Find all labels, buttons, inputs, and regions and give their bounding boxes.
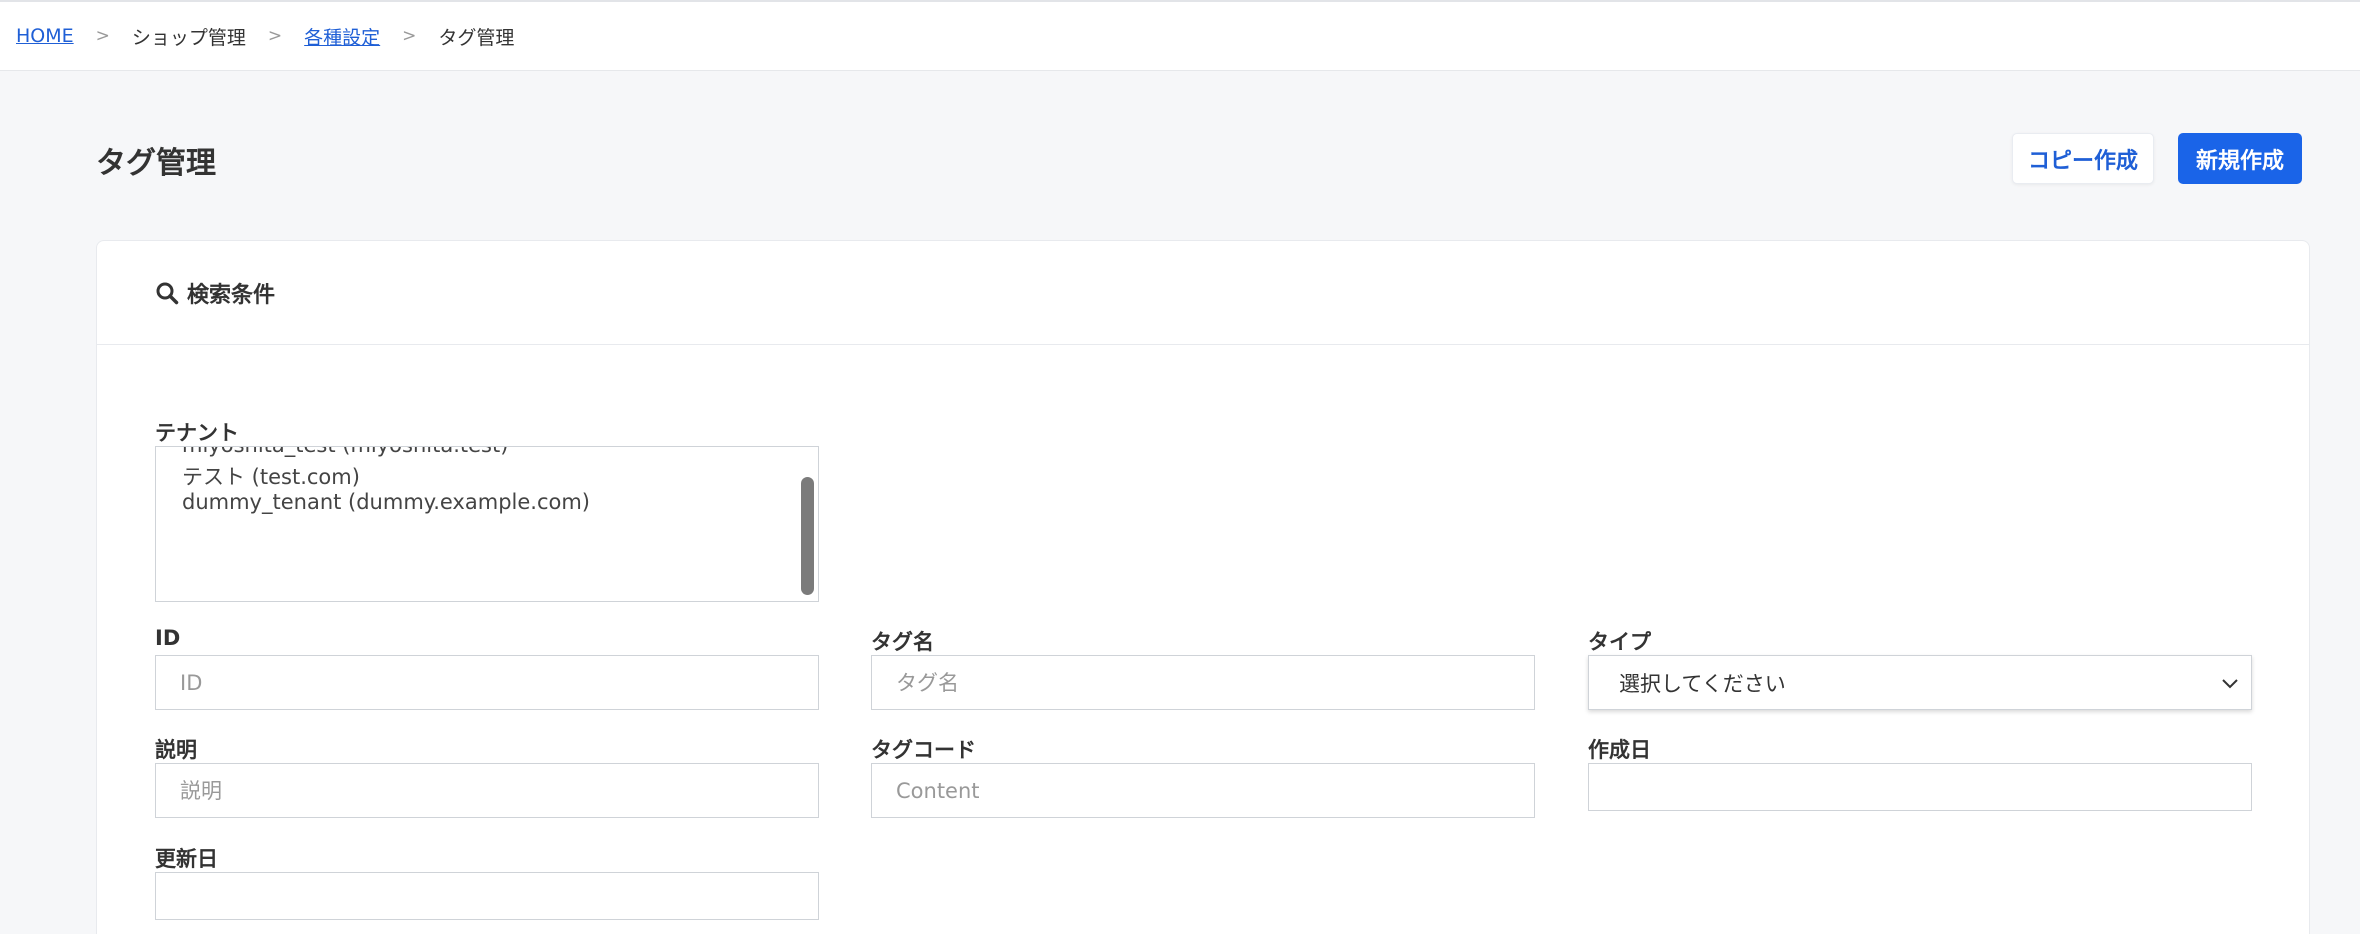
breadcrumb-separator: > [402, 26, 417, 46]
breadcrumb-home-link[interactable]: HOME [16, 25, 74, 47]
description-label: 説明 [155, 738, 197, 762]
tenant-option[interactable]: miyoshita_test (miyoshita.test) [182, 447, 508, 457]
new-create-button[interactable]: 新規作成 [2178, 133, 2302, 184]
type-select-value: 選択してください [1619, 671, 1786, 696]
search-card: 検索条件 テナント miyoshita_test (miyoshita.test… [96, 240, 2310, 934]
breadcrumb-separator: > [267, 26, 283, 46]
tag-code-label: タグコード [871, 738, 976, 762]
type-select[interactable]: 選択してください [1588, 655, 2252, 710]
type-label: タイプ [1588, 630, 1651, 654]
created-date-label: 作成日 [1588, 738, 1651, 762]
copy-create-button[interactable]: コピー作成 [2012, 133, 2154, 184]
id-input[interactable] [155, 655, 819, 710]
tag-name-input[interactable] [871, 655, 1535, 710]
tenant-option[interactable]: テスト (test.com) [182, 461, 360, 491]
created-date-input[interactable] [1588, 763, 2252, 811]
tag-code-input[interactable] [871, 763, 1535, 818]
id-label: ID [155, 626, 181, 650]
breadcrumb-settings-link[interactable]: 各種設定 [304, 23, 380, 50]
description-input[interactable] [155, 763, 819, 818]
breadcrumb-current: タグ管理 [438, 26, 515, 49]
tag-name-label: タグ名 [871, 630, 934, 654]
updated-date-label: 更新日 [155, 847, 218, 871]
chevron-down-icon [2222, 679, 2238, 689]
breadcrumb: HOME > ショップ管理 > 各種設定 > タグ管理 [0, 2, 2360, 71]
updated-date-input[interactable] [155, 872, 819, 920]
tenant-label: テナント [155, 421, 239, 445]
search-card-header[interactable]: 検索条件 [97, 241, 2309, 345]
tenant-scrollbar[interactable] [801, 477, 814, 595]
breadcrumb-shop: ショップ管理 [131, 26, 246, 49]
breadcrumb-separator: > [95, 26, 110, 46]
page-title: タグ管理 [96, 146, 216, 181]
search-card-title: 検索条件 [187, 282, 276, 308]
tenant-option[interactable]: dummy_tenant (dummy.example.com) [182, 490, 590, 514]
search-icon [156, 282, 179, 304]
tenant-multiselect[interactable]: miyoshita_test (miyoshita.test) テスト (tes… [155, 446, 819, 602]
